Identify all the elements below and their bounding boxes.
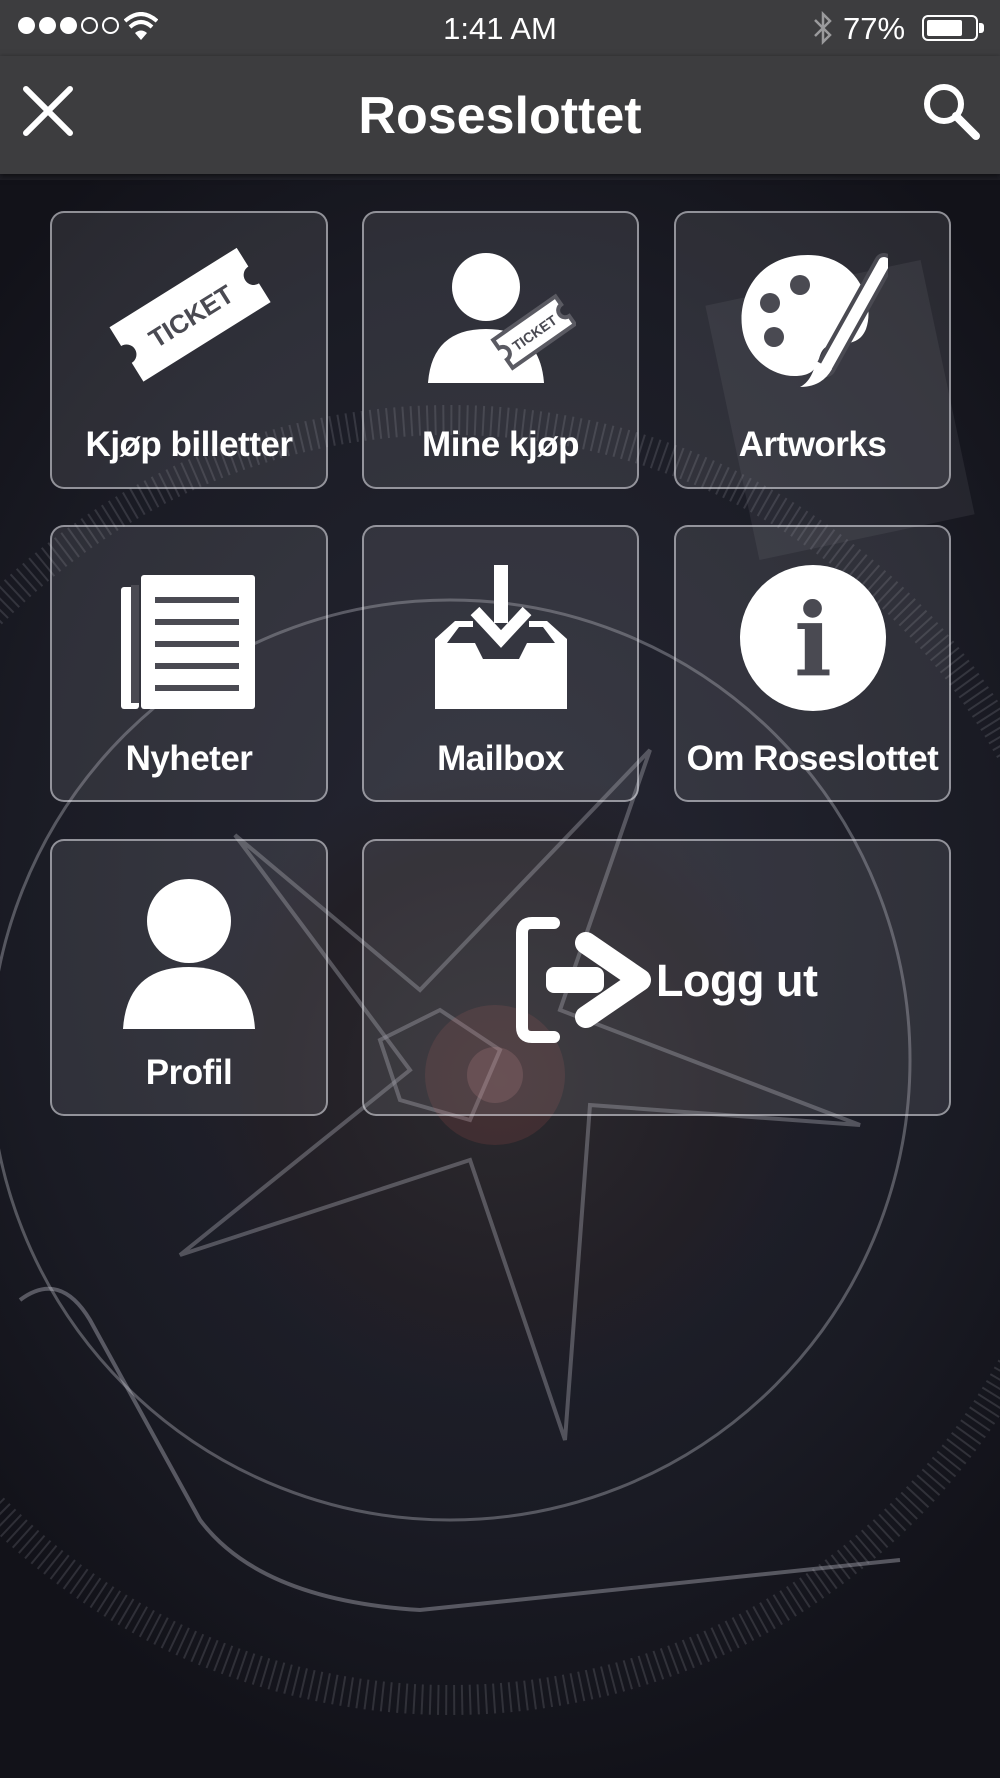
tile-label: Logg ut [656, 955, 818, 1006]
tile-om-roseslottet[interactable]: i Om Roseslottet [674, 525, 951, 802]
tile-label: Mailbox [437, 739, 564, 778]
battery-percent: 77% [843, 11, 906, 46]
logout-button[interactable]: Logg ut [362, 839, 951, 1116]
battery-icon [922, 15, 978, 41]
bluetooth-icon [814, 11, 832, 45]
nav-bar: Roseslottet [0, 56, 1000, 174]
logout-icon [516, 917, 651, 1043]
tile-mailbox[interactable]: Mailbox [362, 525, 639, 802]
tile-label: Nyheter [125, 739, 253, 778]
user-icon [123, 879, 255, 1029]
tile-label: Artworks [738, 425, 887, 464]
status-bar: 1:41 AM 77% [0, 0, 1000, 56]
tile-artworks[interactable]: Artworks [674, 211, 951, 489]
battery-tip [979, 23, 984, 33]
battery-level [927, 20, 962, 36]
inbox-download-icon [434, 565, 567, 709]
page-title: Roseslottet [358, 87, 642, 145]
info-icon-glyph: i [794, 581, 832, 699]
tile-label: Profil [145, 1053, 233, 1092]
search-button[interactable] [918, 78, 984, 144]
search-icon [924, 84, 980, 140]
ticket-icon: TICKET [109, 247, 271, 382]
tile-label: Kjøp billetter [85, 425, 293, 464]
tile-label: Om Roseslottet [686, 739, 939, 778]
tile-profil[interactable]: Profil [50, 839, 328, 1116]
tile-nyheter[interactable]: Nyheter [50, 525, 328, 802]
palette-icon [741, 253, 888, 387]
tile-label: Mine kjøp [422, 425, 579, 464]
newspaper-icon [121, 575, 255, 709]
user-ticket-icon: TICKET [427, 253, 576, 383]
tile-mine-kjop[interactable]: TICKET Mine kjøp [362, 211, 639, 489]
info-icon: i [739, 565, 886, 711]
tile-kjop-billetter[interactable]: TICKET Kjøp billetter [50, 211, 328, 489]
